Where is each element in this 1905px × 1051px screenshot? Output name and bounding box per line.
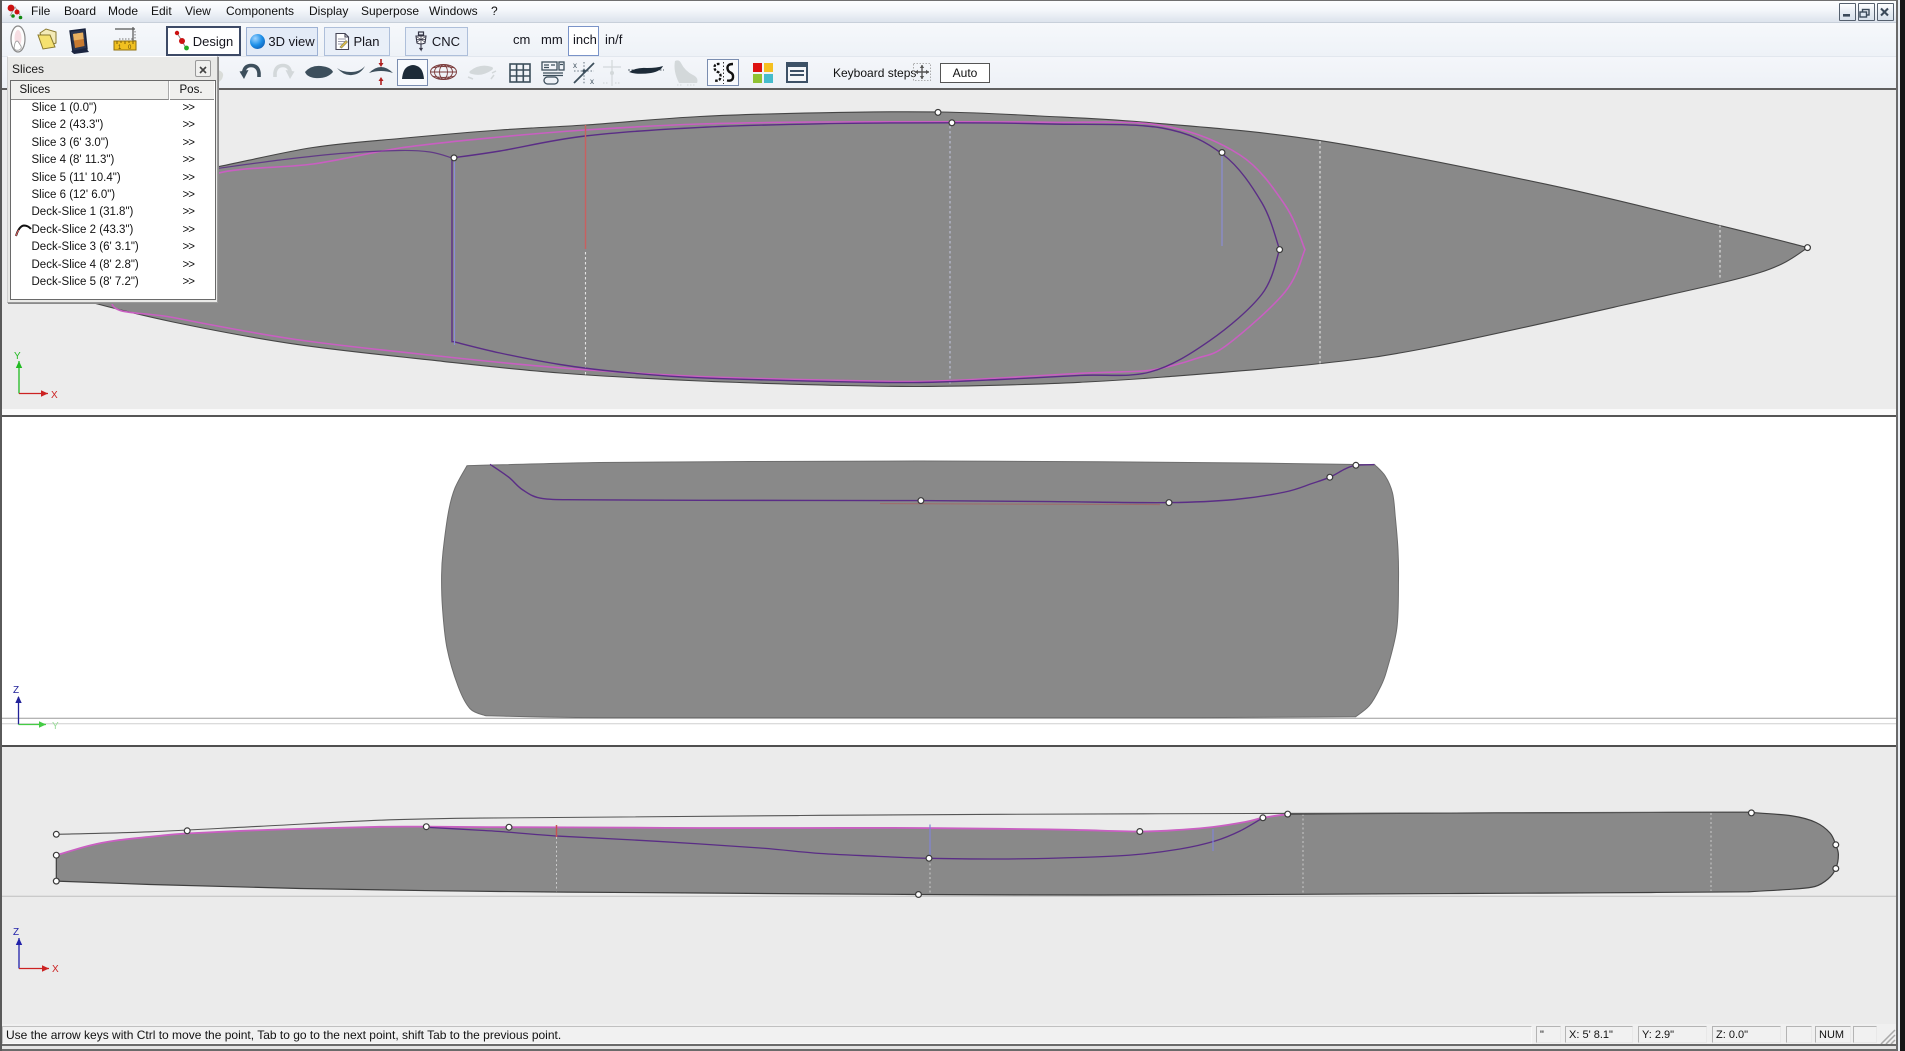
svg-text:X: X [51,390,58,401]
svg-text:Z: Z [13,927,19,938]
svg-text:Y: Y [14,351,21,362]
svg-text:Z: Z [13,685,19,696]
svg-text:Y: Y [52,721,59,732]
svg-text:X: X [52,964,59,975]
